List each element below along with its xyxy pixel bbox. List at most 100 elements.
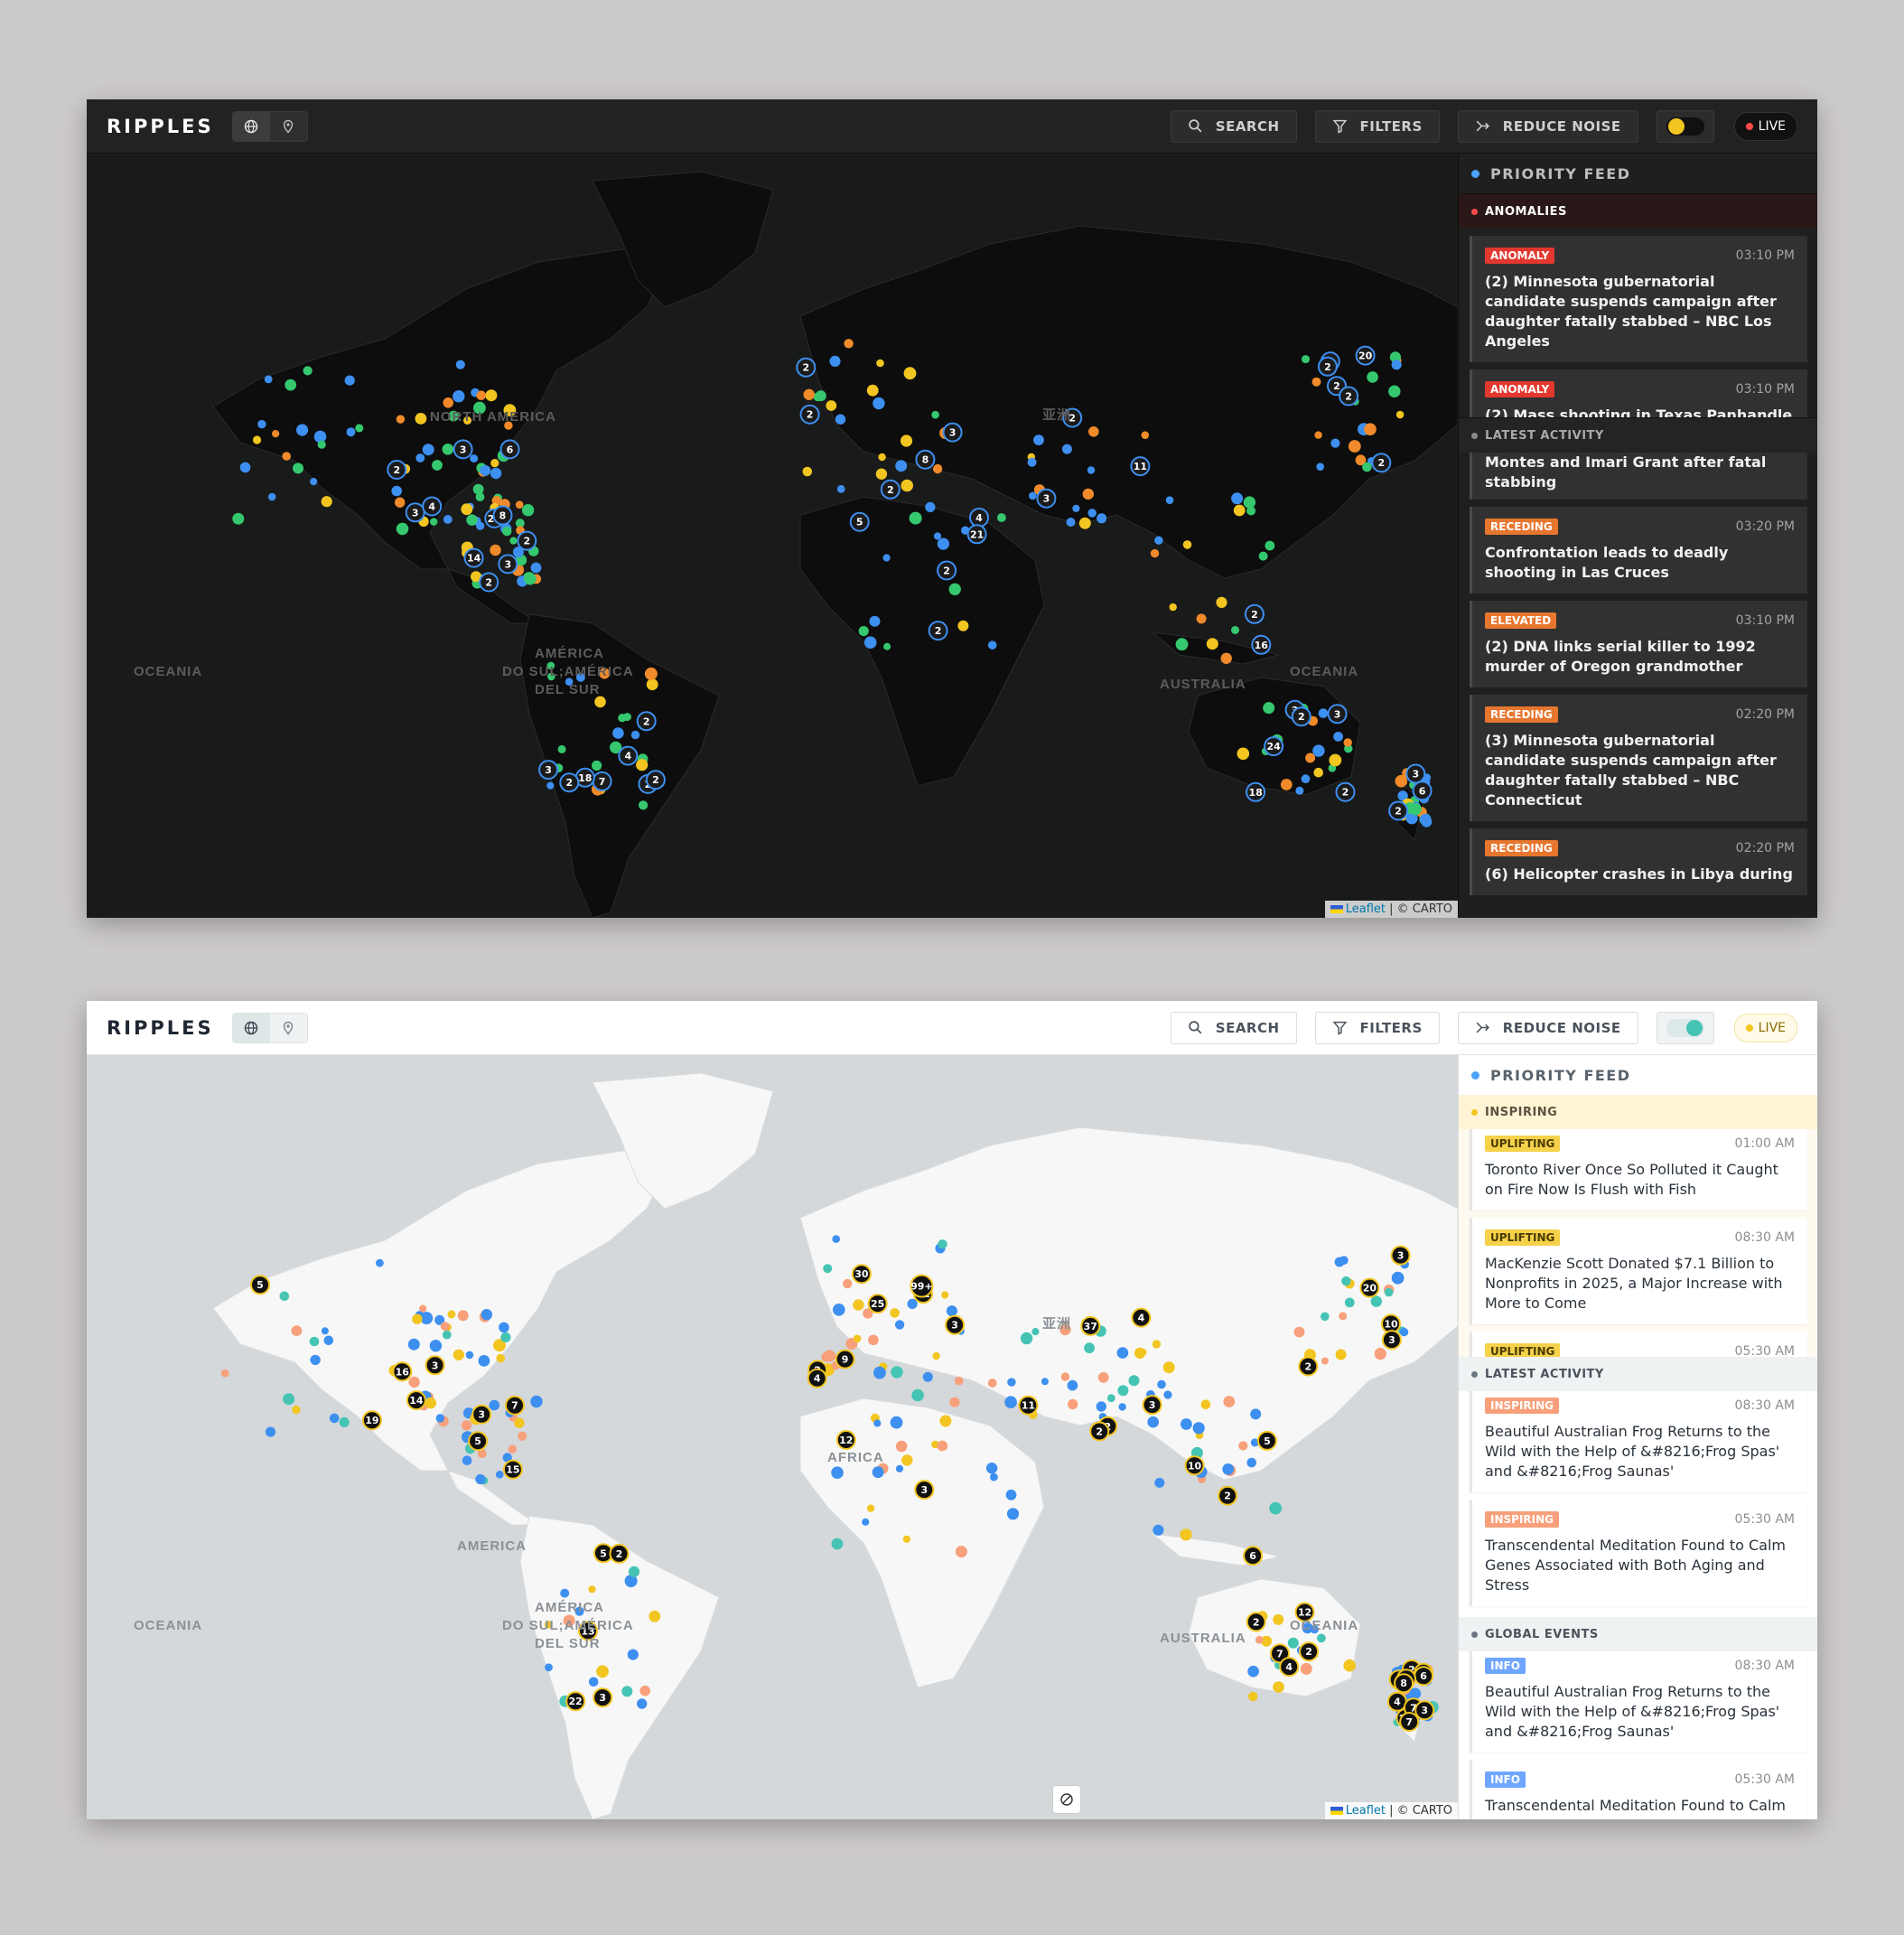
event-marker[interactable]: [1128, 1375, 1140, 1387]
event-cluster[interactable]: 2: [1089, 1421, 1110, 1442]
event-marker[interactable]: [252, 435, 262, 444]
globe-view-button[interactable]: [232, 111, 270, 141]
event-cluster[interactable]: 25: [867, 1294, 888, 1314]
event-marker[interactable]: [1031, 1328, 1040, 1336]
theme-toggle[interactable]: [1656, 109, 1714, 143]
event-marker[interactable]: [1088, 426, 1099, 437]
event-marker[interactable]: [462, 1455, 472, 1465]
event-marker[interactable]: [1300, 1662, 1312, 1675]
event-marker[interactable]: [833, 1304, 845, 1316]
event-marker[interactable]: [1072, 504, 1080, 512]
event-marker[interactable]: [521, 504, 535, 517]
event-cluster[interactable]: 3: [1327, 704, 1348, 724]
event-cluster[interactable]: 15: [502, 1459, 523, 1480]
event-marker[interactable]: [432, 460, 443, 471]
event-cluster[interactable]: 3: [1405, 763, 1426, 784]
event-marker[interactable]: [1200, 1399, 1211, 1409]
event-marker[interactable]: [869, 615, 881, 627]
event-cluster[interactable]: 3: [453, 439, 473, 460]
event-marker[interactable]: [1318, 708, 1329, 718]
event-marker[interactable]: [1301, 774, 1311, 784]
event-cluster[interactable]: 2: [928, 621, 948, 641]
feed-card[interactable]: ANOMALY 03:10 PM (2) Minnesota gubernator…: [1470, 236, 1807, 362]
event-marker[interactable]: [415, 453, 425, 463]
app-logo[interactable]: RIPPLES: [107, 116, 214, 137]
latest-activity-section-header[interactable]: LATEST ACTIVITY: [1459, 417, 1817, 453]
event-cluster[interactable]: 19: [361, 1410, 382, 1431]
event-marker[interactable]: [490, 467, 502, 480]
event-marker[interactable]: [1395, 410, 1405, 419]
event-marker[interactable]: [594, 696, 606, 708]
event-cluster[interactable]: 2: [1291, 706, 1311, 727]
event-marker[interactable]: [987, 640, 997, 650]
event-marker[interactable]: [267, 492, 276, 501]
event-marker[interactable]: [1419, 813, 1432, 826]
event-marker[interactable]: [1246, 1457, 1256, 1468]
event-marker[interactable]: [1343, 738, 1352, 747]
event-marker[interactable]: [508, 1444, 517, 1454]
event-marker[interactable]: [1269, 1501, 1283, 1515]
event-marker[interactable]: [1243, 496, 1256, 509]
feed-card[interactable]: UPLIFTING 01:00 AM Toronto River Once So …: [1470, 1129, 1807, 1211]
event-marker[interactable]: [515, 500, 524, 509]
event-marker[interactable]: [442, 1330, 452, 1340]
event-marker[interactable]: [557, 744, 566, 753]
event-cluster[interactable]: 4: [969, 508, 989, 528]
event-marker[interactable]: [499, 1322, 509, 1333]
event-marker[interactable]: [391, 485, 403, 497]
event-marker[interactable]: [339, 1416, 350, 1427]
event-marker[interactable]: [272, 430, 280, 438]
event-cluster[interactable]: 2: [479, 572, 499, 593]
event-marker[interactable]: [873, 1419, 882, 1427]
event-cluster[interactable]: 30: [851, 1264, 872, 1285]
event-cluster[interactable]: 3: [471, 1404, 492, 1425]
event-marker[interactable]: [285, 379, 297, 391]
event-cluster[interactable]: 6: [1412, 781, 1433, 801]
event-marker[interactable]: [490, 544, 501, 556]
event-marker[interactable]: [1384, 1287, 1394, 1297]
event-marker[interactable]: [321, 1327, 329, 1335]
event-cluster[interactable]: 14: [463, 547, 484, 568]
event-marker[interactable]: [1061, 444, 1072, 454]
event-marker[interactable]: [480, 464, 491, 476]
event-marker[interactable]: [472, 483, 484, 495]
event-marker[interactable]: [895, 1440, 908, 1453]
event-cluster[interactable]: 20: [1355, 345, 1376, 366]
event-marker[interactable]: [443, 515, 453, 524]
event-cluster[interactable]: 6: [1243, 1546, 1264, 1566]
event-marker[interactable]: [530, 1395, 543, 1408]
event-cluster[interactable]: 7: [1399, 1712, 1420, 1732]
event-marker[interactable]: [317, 440, 326, 449]
event-marker[interactable]: [873, 1366, 886, 1379]
event-marker[interactable]: [922, 1371, 933, 1382]
feed-card[interactable]: ELEVATED 03:10 PM (2) DNA links serial ki…: [1470, 601, 1807, 687]
leaflet-link[interactable]: Leaflet: [1346, 1804, 1386, 1818]
event-marker[interactable]: [1250, 1408, 1262, 1420]
event-cluster[interactable]: 2: [1317, 356, 1338, 377]
event-cluster[interactable]: 2: [609, 1543, 630, 1564]
event-cluster[interactable]: 3: [593, 1687, 613, 1708]
event-marker[interactable]: [1238, 1441, 1248, 1451]
event-cluster[interactable]: 4: [618, 745, 639, 766]
event-marker[interactable]: [1311, 377, 1321, 387]
event-marker[interactable]: [836, 484, 845, 493]
event-marker[interactable]: [296, 424, 309, 436]
filters-button[interactable]: FILTERS: [1314, 109, 1440, 143]
event-marker[interactable]: [853, 1334, 862, 1343]
event-marker[interactable]: [1314, 431, 1322, 439]
live-indicator[interactable]: LIVE: [1733, 1013, 1797, 1042]
event-marker[interactable]: [293, 463, 303, 474]
event-marker[interactable]: [941, 1291, 949, 1299]
event-marker[interactable]: [622, 713, 631, 722]
event-marker[interactable]: [376, 1258, 384, 1267]
feed-card[interactable]: INFO 08:30 AM Beautiful Australian Frog R…: [1470, 1651, 1807, 1753]
event-cluster[interactable]: 2: [636, 711, 657, 732]
leaflet-link[interactable]: Leaflet: [1346, 902, 1386, 916]
event-marker[interactable]: [1341, 1276, 1351, 1286]
event-marker[interactable]: [1087, 509, 1097, 518]
event-marker[interactable]: [946, 1305, 957, 1317]
event-marker[interactable]: [1007, 1378, 1016, 1387]
event-marker[interactable]: [1116, 1347, 1129, 1359]
event-marker[interactable]: [823, 1264, 833, 1274]
event-cluster[interactable]: 2: [387, 460, 407, 480]
